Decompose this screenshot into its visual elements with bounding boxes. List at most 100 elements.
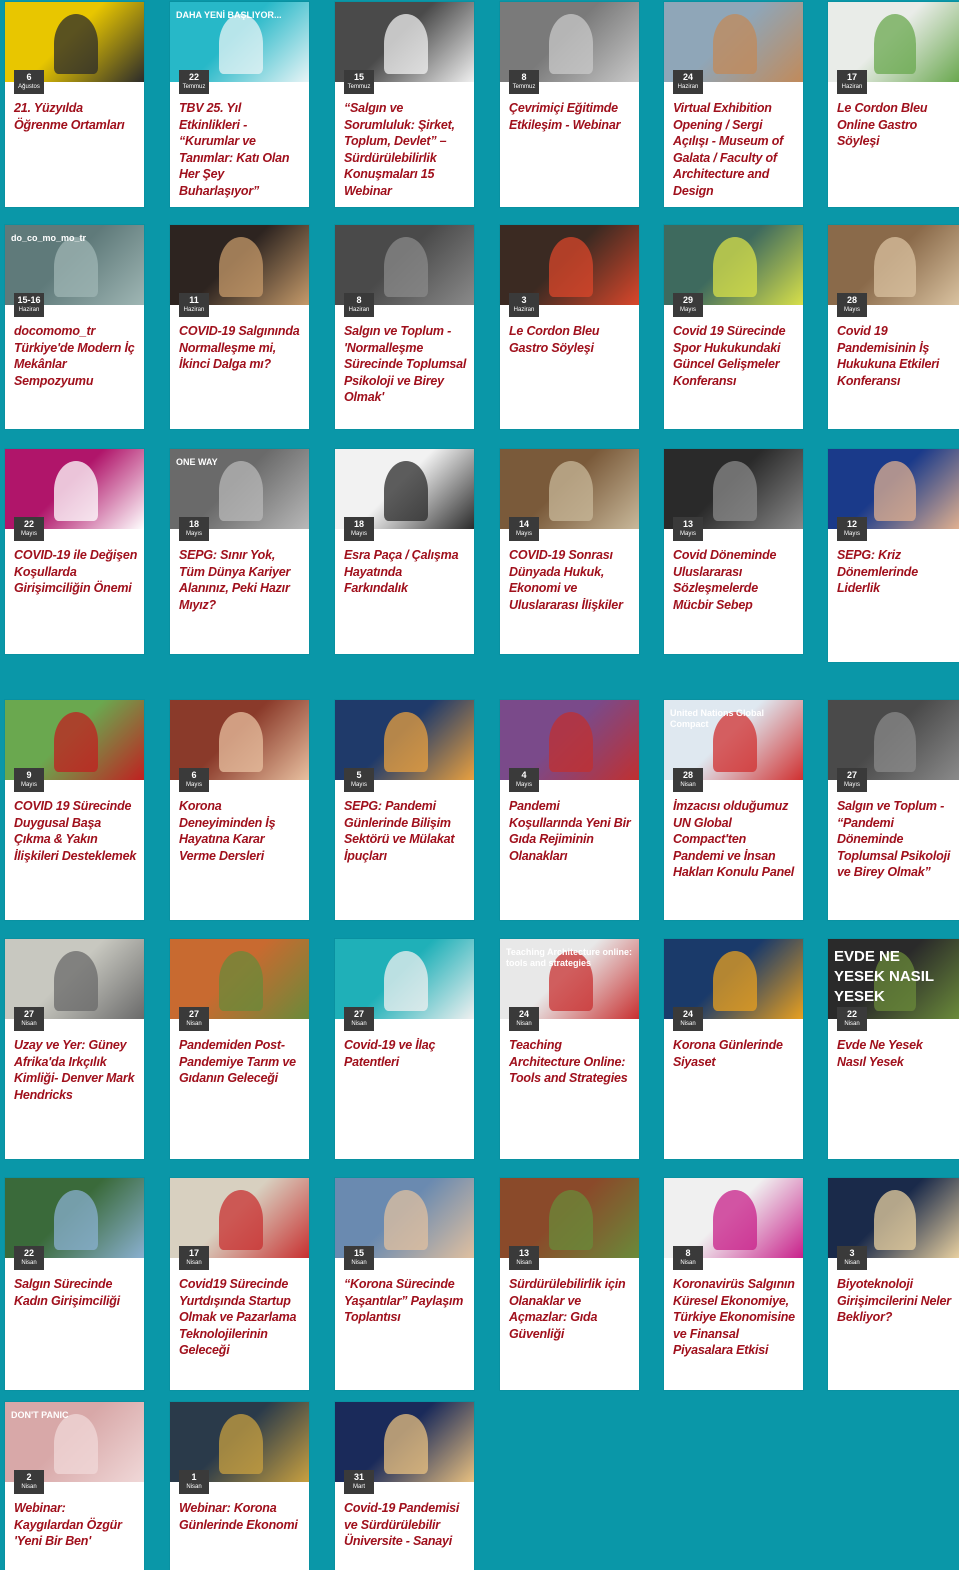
event-card[interactable]: 27 Nisan Covid-19 ve İlaç Patentleri [335, 939, 474, 1159]
event-title-link[interactable]: Covid-19 ve İlaç Patentleri [344, 1037, 468, 1070]
event-title-link[interactable]: Le Cordon Bleu Online Gastro Söyleşi [837, 100, 953, 150]
event-card[interactable]: 28 Mayıs Covid 19 Pandemisinin İş Hukukuna… [828, 225, 959, 429]
event-card[interactable]: 27 Nisan Uzay ve Yer: Güney Afrika'da Irkç… [5, 939, 144, 1159]
event-card[interactable]: 5 Mayıs SEPG: Pandemi Günlerinde Bilişim S… [335, 700, 474, 920]
event-card[interactable]: 4 Mayıs Pandemi Koşullarında Yeni Bir Gıda… [500, 700, 639, 920]
event-title-link[interactable]: İmzacısı olduğumuz UN Global Compact'ten… [673, 798, 797, 881]
event-card[interactable]: 1 Nisan Webinar: Korona Günlerinde Ekonomi [170, 1402, 309, 1570]
event-card[interactable]: 3 Nisan Biyoteknoloji Girişimcilerini Nele… [828, 1178, 959, 1390]
event-card[interactable]: 6 Ağustos 21. Yüzyılda Öğrenme Ortamları [5, 2, 144, 207]
event-card[interactable]: 6 Mayıs Korona Deneyiminden İş Hayatına Ka… [170, 700, 309, 920]
event-title-link[interactable]: Covid-19 Pandemisi ve Sürdürülebilir Üni… [344, 1500, 468, 1550]
date-day: 4 [521, 770, 527, 780]
event-title-link[interactable]: Le Cordon Bleu Gastro Söyleşi [509, 323, 633, 356]
event-card[interactable]: 11 Haziran COVID-19 Salgınında Normalleşme… [170, 225, 309, 429]
date-month: Temmuz [512, 84, 536, 90]
thumbnail-shape [53, 14, 99, 74]
event-title-link[interactable]: SEPG: Kriz Dönemlerinde Liderlik [837, 547, 953, 597]
date-day: 24 [682, 1009, 693, 1019]
date-badge: 11 Haziran [179, 293, 209, 317]
event-title-link[interactable]: “Korona Sürecinde Yaşantılar” Paylaşım T… [344, 1276, 468, 1326]
event-card[interactable]: 13 Nisan Sürdürülebilirlik için Olanaklar … [500, 1178, 639, 1390]
event-card[interactable]: 8 Haziran Salgın ve Toplum - 'Normalleşme … [335, 225, 474, 429]
event-card[interactable]: 24 Nisan Korona Günlerinde Siyaset [664, 939, 803, 1159]
event-title-link[interactable]: Salgın Sürecinde Kadın Girişimciliği [14, 1276, 138, 1309]
event-title-link[interactable]: Çevrimiçi Eğitimde Etkileşim - Webinar [509, 100, 633, 133]
event-title-link[interactable]: 21. Yüzyılda Öğrenme Ortamları [14, 100, 138, 133]
date-month: Haziran [18, 307, 40, 313]
event-title-link[interactable]: Koronavirüs Salgının Küresel Ekonomiye, … [673, 1276, 797, 1359]
date-month: Mayıs [350, 782, 367, 788]
thumbnail-shape [548, 461, 594, 521]
date-month: Nisan [21, 1484, 37, 1490]
event-title-link[interactable]: Covid 19 Pandemisinin İş Hukukuna Etkile… [837, 323, 953, 389]
event-card[interactable]: 8 Temmuz Çevrimiçi Eğitimde Etkileşim - We… [500, 2, 639, 207]
event-card[interactable]: 22 Mayıs COVID-19 ile Değişen Koşullarda G… [5, 449, 144, 654]
event-title-link[interactable]: Biyoteknoloji Girişimcilerini Neler Bekl… [837, 1276, 953, 1326]
date-day: 17 [188, 1248, 199, 1258]
event-card[interactable]: 29 Mayıs Covid 19 Sürecinde Spor Hukukunda… [664, 225, 803, 429]
event-title-link[interactable]: Covid Döneminde Uluslararası Sözleşmeler… [673, 547, 797, 613]
event-title-link[interactable]: Webinar: Korona Günlerinde Ekonomi [179, 1500, 303, 1533]
thumbnail-shape [712, 1190, 758, 1250]
date-month: Haziran [513, 307, 535, 313]
event-title-link[interactable]: Covid19 Sürecinde Yurtdışında Startup Ol… [179, 1276, 303, 1359]
event-card[interactable]: United Nations Global Compact 28 Nisan İmza… [664, 700, 803, 920]
event-title-link[interactable]: Pandemi Koşullarında Yeni Bir Gıda Rejim… [509, 798, 633, 864]
thumbnail-shape [873, 237, 916, 297]
event-card[interactable]: 9 Mayıs COVID 19 Sürecinde Duygusal Başa Ç… [5, 700, 144, 920]
date-day: 14 [518, 519, 529, 529]
event-title-link[interactable]: Pandemiden Post-Pandemiye Tarım ve Gıdan… [179, 1037, 303, 1087]
event-title-link[interactable]: docomomo_tr Türkiye'de Modern İç Mekânla… [14, 323, 138, 389]
event-title-link[interactable]: Evde Ne Yesek Nasıl Yesek [837, 1037, 953, 1070]
event-title-link[interactable]: Webinar: Kaygılardan Özgür 'Yeni Bir Ben… [14, 1500, 138, 1550]
event-card[interactable]: 15 Nisan “Korona Sürecinde Yaşantılar” Pay… [335, 1178, 474, 1390]
event-title-link[interactable]: COVID-19 ile Değişen Koşullarda Girişimc… [14, 547, 138, 597]
event-title-link[interactable]: SEPG: Sınır Yok, Tüm Dünya Kariyer Alanı… [179, 547, 303, 613]
event-card[interactable]: 8 Nisan Koronavirüs Salgının Küresel Ekono… [664, 1178, 803, 1390]
event-card[interactable]: 17 Haziran Le Cordon Bleu Online Gastro Sö… [828, 2, 959, 207]
date-badge: 24 Nisan [673, 1007, 703, 1031]
event-card[interactable]: 22 Nisan Salgın Sürecinde Kadın Girişimcil… [5, 1178, 144, 1390]
event-title-link[interactable]: COVID-19 Salgınında Normalleşme mi, İkin… [179, 323, 303, 373]
event-card[interactable]: 17 Nisan Covid19 Sürecinde Yurtdışında Sta… [170, 1178, 309, 1390]
date-month: Nisan [844, 1260, 860, 1266]
date-day: 22 [23, 1248, 34, 1258]
event-title-link[interactable]: Uzay ve Yer: Güney Afrika'da Irkçılık Ki… [14, 1037, 138, 1103]
event-title-link[interactable]: Sürdürülebilirlik için Olanaklar ve Açma… [509, 1276, 633, 1342]
event-card[interactable]: 15 Temmuz “Salgın ve Sorumluluk: Şirket, T… [335, 2, 474, 207]
event-title-link[interactable]: “Salgın ve Sorumluluk: Şirket, Toplum, D… [344, 100, 468, 199]
event-card[interactable]: 31 Mart Covid-19 Pandemisi ve Sürdürülebil… [335, 1402, 474, 1570]
event-card[interactable]: 27 Nisan Pandemiden Post-Pandemiye Tarım v… [170, 939, 309, 1159]
event-title-link[interactable]: Esra Paça / Çalışma Hayatında Farkındalı… [344, 547, 468, 597]
event-title-link[interactable]: TBV 25. Yıl Etkinlikleri - “Kurumlar ve … [179, 100, 303, 199]
event-card[interactable]: EVDE NE YESEK NASIL YESEK 22 Nisan Evde Ne … [828, 939, 959, 1159]
event-title-link[interactable]: Korona Deneyiminden İş Hayatına Karar Ve… [179, 798, 303, 864]
date-day: 31 [353, 1472, 364, 1482]
event-title-link[interactable]: Salgın ve Toplum - 'Normalleşme Sürecind… [344, 323, 468, 406]
event-title-link[interactable]: COVID 19 Sürecinde Duygusal Başa Çıkma &… [14, 798, 138, 864]
event-title-link[interactable]: Teaching Architecture Online: Tools and … [509, 1037, 633, 1087]
event-card[interactable]: 12 Mayıs SEPG: Kriz Dönemlerinde Liderlik [828, 449, 959, 662]
event-title-link[interactable]: Salgın ve Toplum - “Pandemi Döneminde To… [837, 798, 953, 881]
event-card[interactable]: 3 Haziran Le Cordon Bleu Gastro Söyleşi [500, 225, 639, 429]
event-card[interactable]: ONE WAY 18 Mayıs SEPG: Sınır Yok, Tüm Dünya… [170, 449, 309, 654]
event-title-link[interactable]: Korona Günlerinde Siyaset [673, 1037, 797, 1070]
event-card[interactable]: do_co_mo_mo_tr 15-16 Haziran docomomo_tr Tü… [5, 225, 144, 429]
date-badge: 22 Temmuz [179, 70, 209, 94]
event-title-link[interactable]: Covid 19 Sürecinde Spor Hukukundaki Günc… [673, 323, 797, 389]
event-title-link[interactable]: Virtual Exhibition Opening / Sergi Açılı… [673, 100, 797, 199]
event-card[interactable]: 24 Haziran Virtual Exhibition Opening / Se… [664, 2, 803, 207]
event-card[interactable]: Teaching Architecture online: tools and … [500, 939, 639, 1159]
event-card[interactable]: 18 Mayıs Esra Paça / Çalışma Hayatında Far… [335, 449, 474, 654]
date-day: 6 [191, 770, 197, 780]
event-card[interactable]: 13 Mayıs Covid Döneminde Uluslararası Sözl… [664, 449, 803, 654]
date-day: 9 [26, 770, 32, 780]
event-title-link[interactable]: SEPG: Pandemi Günlerinde Bilişim Sektörü… [344, 798, 468, 864]
thumbnail-shape [712, 461, 758, 521]
event-card[interactable]: 14 Mayıs COVID-19 Sonrası Dünyada Hukuk, E… [500, 449, 639, 654]
event-card[interactable]: 27 Mayıs Salgın ve Toplum - “Pandemi Dönem… [828, 700, 959, 920]
event-card[interactable]: DON'T PANIC 2 Nisan Webinar: Kaygılardan Öz… [5, 1402, 144, 1570]
event-card[interactable]: DAHA YENİ BAŞLIYOR... 22 Temmuz TBV 25. Yıl… [170, 2, 309, 207]
event-title-link[interactable]: COVID-19 Sonrası Dünyada Hukuk, Ekonomi … [509, 547, 633, 613]
